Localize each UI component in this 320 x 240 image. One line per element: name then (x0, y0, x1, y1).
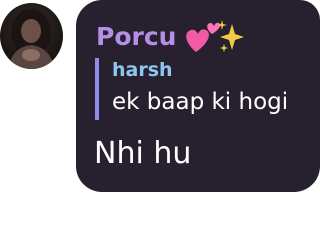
message-bubble: Porcu harsh ek baap ki hogi Nhi hu (76, 0, 320, 192)
reply-author: harsh (112, 59, 173, 81)
avatar[interactable] (0, 3, 63, 69)
reply-quote[interactable]: harsh ek baap ki hogi (95, 58, 288, 120)
profile-photo (8, 9, 55, 69)
two-hearts-icon (186, 20, 244, 52)
message-text: Nhi hu (94, 136, 192, 171)
sparkles-icon (217, 20, 244, 52)
reply-text: ek baap ki hogi (112, 89, 289, 115)
sender-name[interactable]: Porcu (96, 22, 176, 52)
